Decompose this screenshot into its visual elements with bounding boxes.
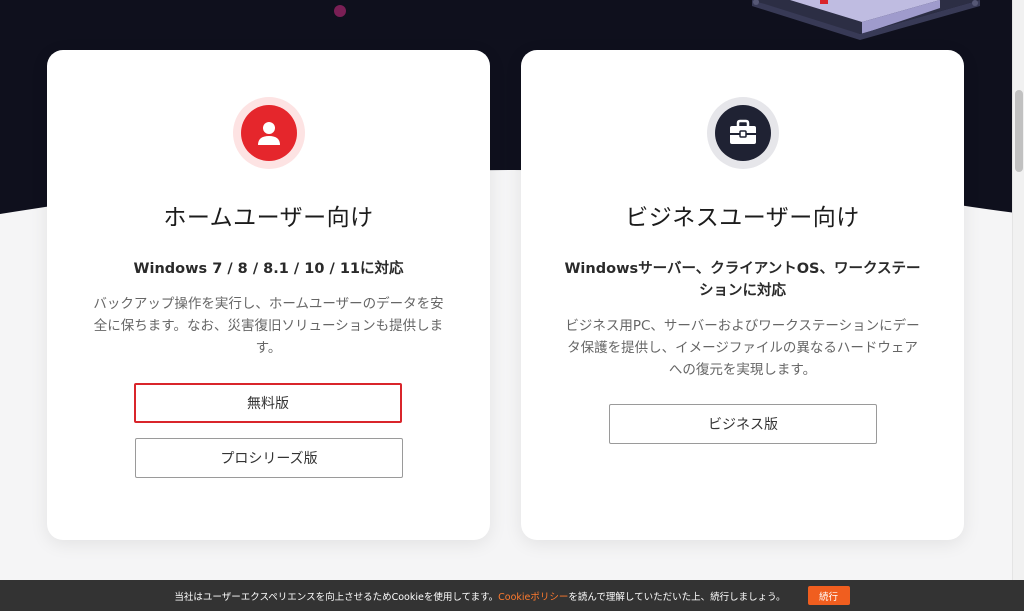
free-edition-button[interactable]: 無料版 bbox=[134, 383, 402, 423]
cookie-policy-link[interactable]: Cookieポリシー bbox=[498, 592, 568, 603]
business-card-title: ビジネスユーザー向け bbox=[625, 205, 860, 231]
business-user-card: ビジネスユーザー向け Windowsサーバー、クライアントOS、ワークステーショ… bbox=[521, 50, 964, 540]
cookie-continue-button[interactable]: 続行 bbox=[807, 586, 850, 605]
cookie-consent-bar: 当社はユーザーエクスペリエンスを向上させるためCookieを使用してます。Coo… bbox=[0, 580, 1024, 611]
scrollbar-thumb[interactable] bbox=[1015, 90, 1023, 172]
briefcase-icon bbox=[729, 119, 756, 144]
business-icon-badge bbox=[706, 97, 779, 169]
home-card-title: ホームユーザー向け bbox=[163, 205, 374, 231]
home-user-card: ホームユーザー向け Windows 7 / 8 / 8.1 / 10 / 11に… bbox=[47, 50, 490, 540]
business-card-description: ビジネス用PC、サーバーおよびワークステーションにデータ保護を提供し、イメージフ… bbox=[565, 318, 920, 378]
user-icon bbox=[257, 122, 280, 145]
cookie-text-after: を読んで理解していただいた上、続行しましょう。 bbox=[568, 591, 786, 603]
pro-series-button[interactable]: プロシリーズ版 bbox=[135, 438, 403, 478]
cookie-message: 当社はユーザーエクスペリエンスを向上させるためCookieを使用してます。Coo… bbox=[174, 589, 785, 603]
home-card-description: バックアップ操作を実行し、ホームユーザーのデータを安全に保ちます。なお、災害復旧… bbox=[93, 296, 444, 356]
business-edition-button[interactable]: ビジネス版 bbox=[609, 404, 877, 444]
home-card-compat: Windows 7 / 8 / 8.1 / 10 / 11に対応 bbox=[133, 261, 404, 277]
business-card-compat: Windowsサーバー、クライアントOS、ワークステーションに対応 bbox=[564, 261, 921, 299]
cookie-text-before: 当社はユーザーエクスペリエンスを向上させるためCookieを使用してます。 bbox=[174, 591, 499, 603]
home-icon-badge bbox=[232, 97, 305, 169]
page-scrollbar[interactable] bbox=[1012, 0, 1024, 580]
decorative-dot bbox=[334, 5, 346, 17]
